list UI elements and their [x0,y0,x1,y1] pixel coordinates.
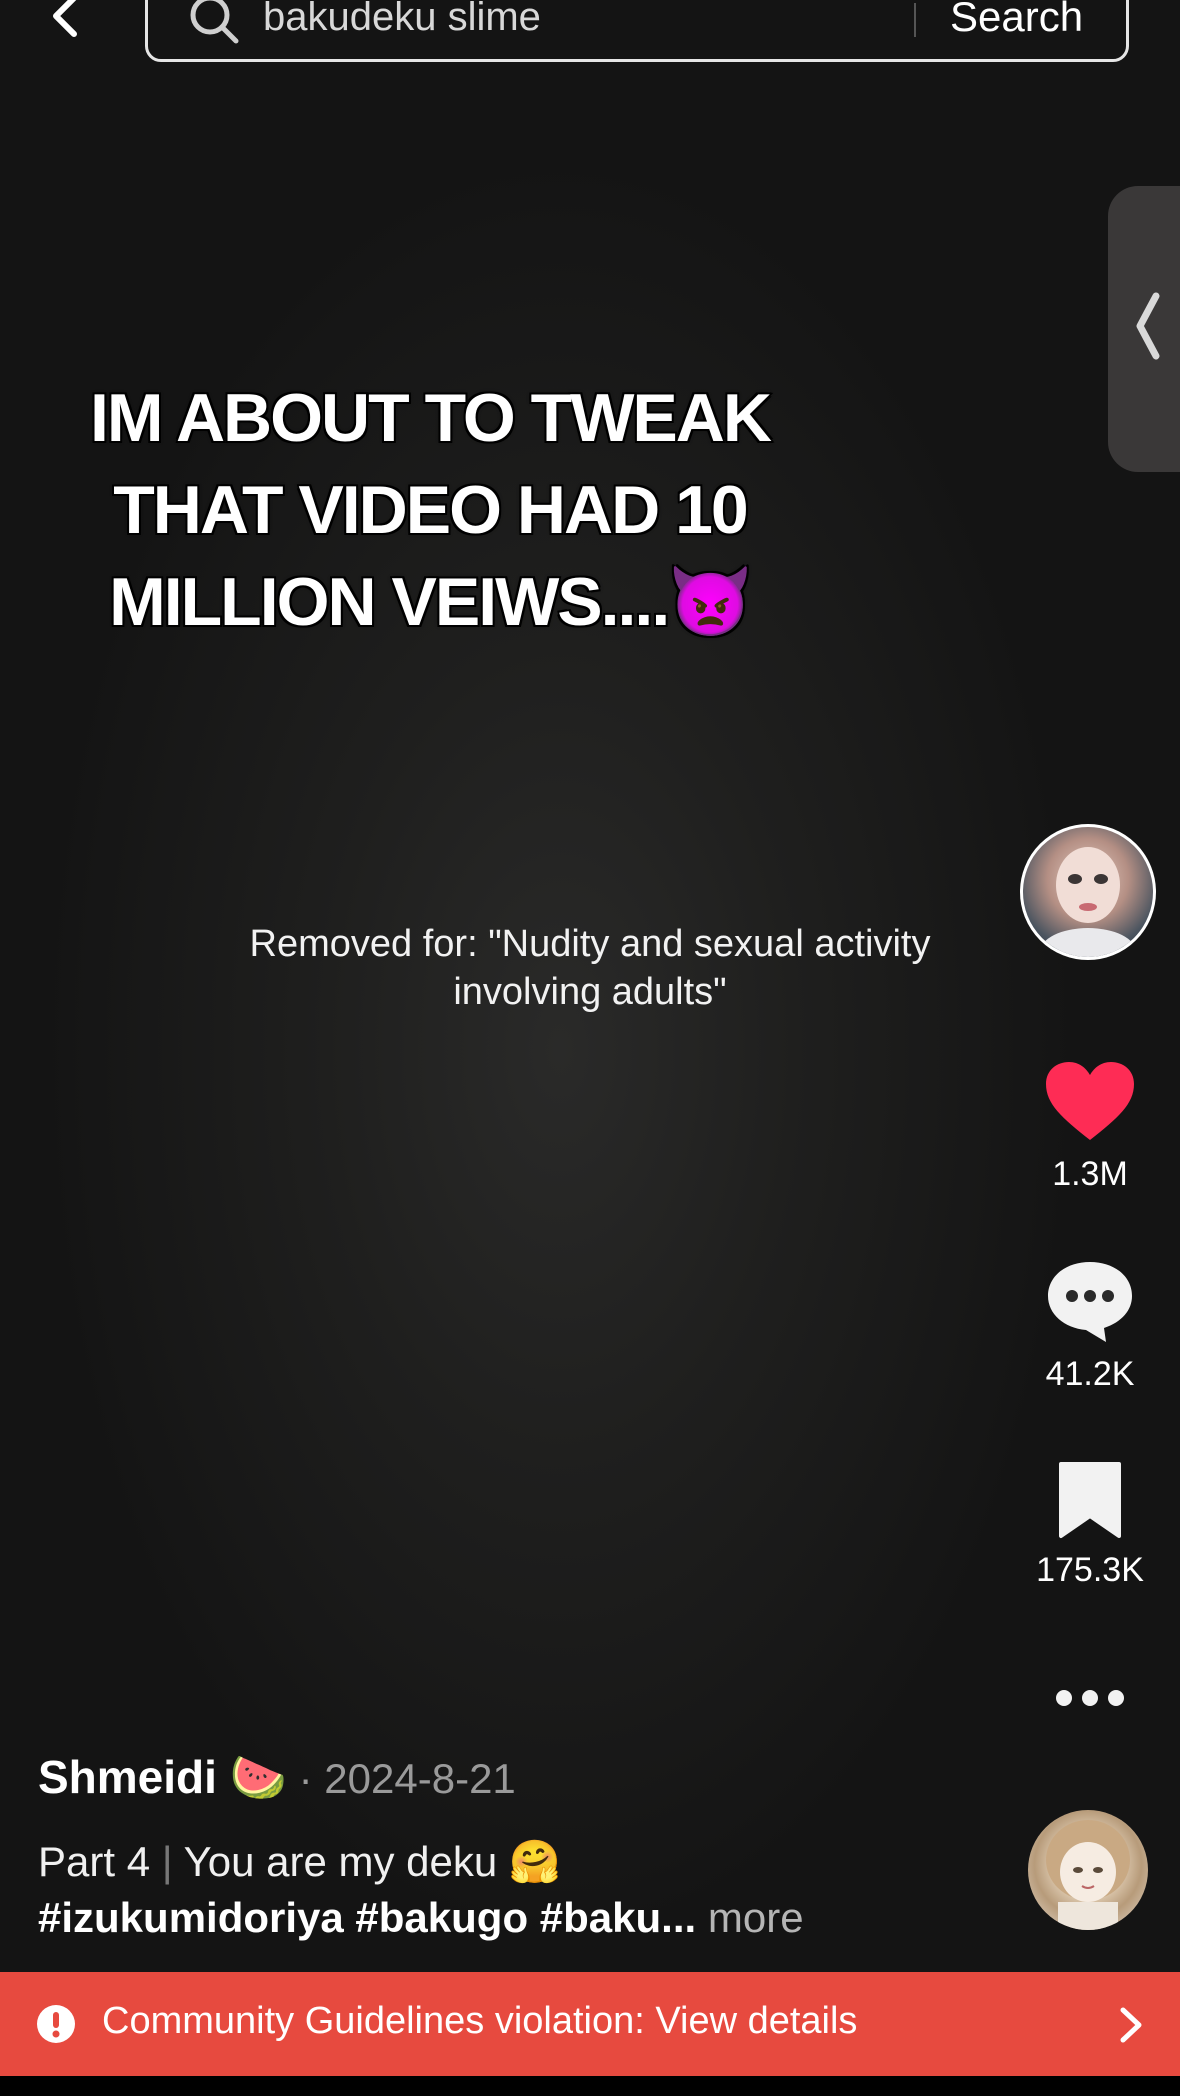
like-count: 1.3M [1052,1155,1128,1193]
avatar-image [1040,847,1136,957]
chevron-right-icon [1120,2007,1142,2043]
description-text: You are my deku 🤗 [183,1838,562,1885]
violation-text: Community Guidelines violation: View det… [102,2000,858,2042]
part-label: Part 4 [38,1838,151,1885]
sound-avatar-image [1046,1820,1130,1930]
search-divider [914,3,916,37]
removed-notice: Removed for: "Nudity and sexual activity… [180,920,1000,1016]
heart-icon [1046,1062,1134,1140]
violation-banner[interactable]: Community Guidelines violation: View det… [0,1972,1180,2076]
back-arrow-icon[interactable] [42,0,92,44]
bookmark-button[interactable]: 175.3K [1010,1460,1170,1590]
sound-avatar[interactable] [1028,1810,1148,1930]
video-caption: IM ABOUT TO TWEAK THAT VIDEO HAD 10 MILL… [20,372,840,648]
like-button[interactable]: 1.3M [1010,1060,1170,1194]
caption-line: MILLION VEIWS....👿 [108,563,755,642]
search-button[interactable]: Search [950,0,1083,41]
author-name[interactable]: Shmeidi 🍉 [38,1751,287,1803]
hashtag-list[interactable]: #izukumidoriya #bakugo #baku... [38,1894,696,1941]
removed-notice-line: involving adults" [453,971,727,1013]
bookmark-icon [1059,1462,1121,1538]
chevron-left-icon [1136,292,1160,360]
save-count: 175.3K [1036,1551,1144,1589]
description: Part 4 | You are my deku 🤗 [38,1838,561,1887]
side-drawer-tab[interactable] [1108,186,1180,472]
more-link[interactable]: more [696,1894,804,1941]
caption-line: THAT VIDEO HAD 10 [112,471,750,550]
description-separator: | [150,1838,184,1885]
post-date: · 2024-8-21 [286,1755,516,1802]
hashtags: #izukumidoriya #bakugo #baku... more [38,1894,804,1942]
creator-avatar[interactable] [1020,824,1156,960]
more-dots-icon[interactable] [1054,1684,1126,1712]
comment-button[interactable]: 41.2K [1010,1258,1170,1394]
search-input[interactable]: bakudeku slime [263,0,541,40]
search-icon [190,0,239,44]
removed-notice-line: Removed for: "Nudity and sexual activity [249,923,931,965]
comment-icon [1048,1262,1132,1342]
search-bar[interactable]: bakudeku slime Search [145,0,1129,62]
author-line: Shmeidi 🍉 · 2024-8-21 [38,1750,516,1805]
caption-line: IM ABOUT TO TWEAK [89,379,774,458]
alert-icon [37,2005,75,2043]
comment-count: 41.2K [1045,1355,1135,1393]
